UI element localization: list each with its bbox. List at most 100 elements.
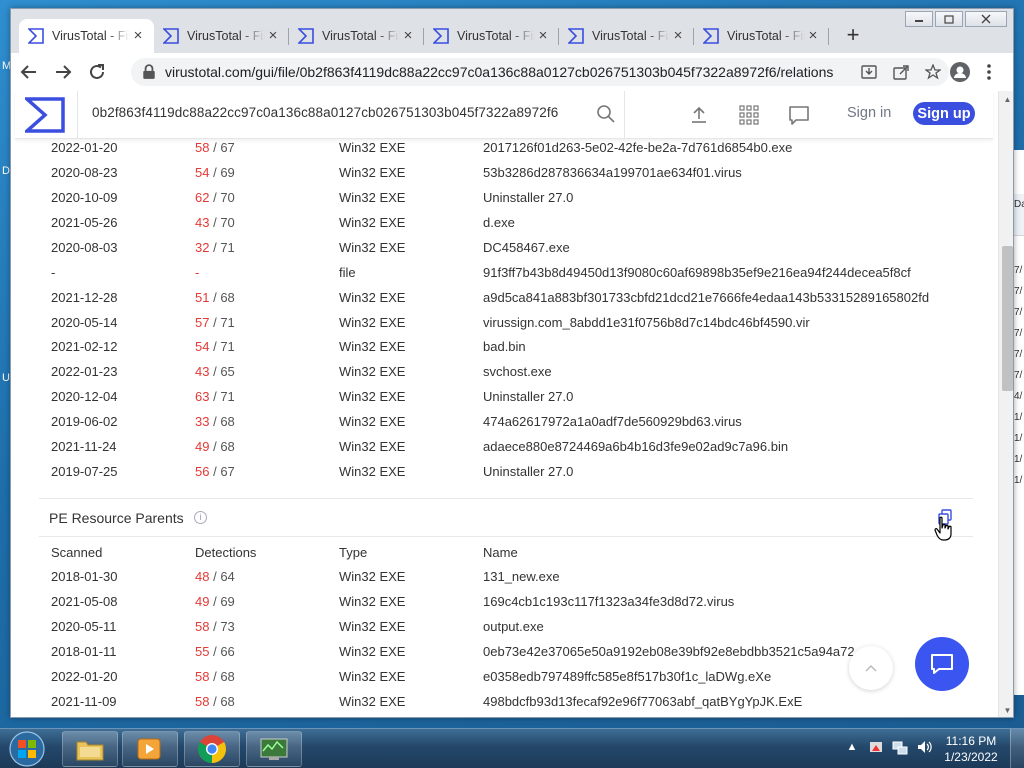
upload-button[interactable]	[687, 103, 711, 127]
reload-button[interactable]	[81, 56, 113, 88]
sign-in-link[interactable]: Sign in	[847, 105, 891, 121]
column-header-scanned[interactable]: Scanned	[51, 545, 102, 560]
file-name-link[interactable]: 0eb73e42e37065e50a9192eb08e39bf92e8ebdbb…	[483, 644, 855, 659]
column-header-type[interactable]: Type	[339, 545, 367, 560]
file-name-link[interactable]: 498bdcfb93d13fecaf92e96f77063abf_qatBYgY…	[483, 694, 802, 709]
file-name-link[interactable]: 2017126f01d263-5e02-42fe-be2a-7d761d6854…	[483, 140, 792, 155]
close-window-button[interactable]	[965, 11, 1007, 27]
scroll-to-top-button[interactable]	[849, 646, 893, 690]
browser-menu-button[interactable]	[977, 58, 1001, 86]
taskbar-media-player[interactable]	[122, 731, 178, 767]
file-name-link[interactable]: 91f3ff7b43b8d49450d13f9080c60af69898b35e…	[483, 265, 911, 280]
file-name-link[interactable]: Uninstaller 27.0	[483, 464, 573, 479]
file-name-link[interactable]: d.exe	[483, 215, 515, 230]
file-name-link[interactable]: output.exe	[483, 619, 544, 634]
table-row[interactable]: 2019-07-25 56 / 67 Win32 EXE Uninstaller 27…	[51, 460, 951, 485]
table-row[interactable]: 2021-05-08 49 / 69 Win32 EXE 169c4cb1c193c1…	[51, 590, 951, 615]
table-row[interactable]: 2020-05-11 58 / 73 Win32 EXE output.exe	[51, 615, 951, 640]
file-name-link[interactable]: Uninstaller 27.0	[483, 190, 573, 205]
maximize-button[interactable]	[935, 11, 963, 27]
clock-date: 1/23/2022	[944, 750, 998, 764]
file-name-link[interactable]: adaece880e8724469a6b4b16d3fe9e02ad9c7a96…	[483, 439, 788, 454]
virustotal-logo-icon[interactable]	[25, 97, 65, 133]
file-name-link[interactable]: 474a62617972a1a0adf7de560929bd63.virus	[483, 414, 742, 429]
scrollbar-thumb[interactable]	[1002, 246, 1013, 391]
table-row[interactable]: 2020-12-04 63 / 71 Win32 EXE Uninstaller 27…	[51, 385, 951, 410]
table-row[interactable]: - - file 91f3ff7b43b8d49450d13f9080c60af698…	[51, 261, 951, 286]
chat-button[interactable]	[915, 637, 969, 691]
detections: 54 / 71	[195, 339, 235, 355]
table-row[interactable]: 2020-05-14 57 / 71 Win32 EXE virussign.com_…	[51, 311, 951, 336]
table-row[interactable]: 2022-01-20 58 / 68 Win32 EXE e0358edb797489…	[51, 665, 951, 690]
table-row[interactable]: 2021-11-24 49 / 68 Win32 EXE adaece880e8724…	[51, 435, 951, 460]
browser-tab[interactable]: VirusTotal - File ×	[694, 19, 829, 53]
taskbar-clock[interactable]: 11:16 PM 1/23/2022	[940, 733, 1002, 765]
search-icon[interactable]	[596, 104, 616, 124]
browser-tab[interactable]: VirusTotal - File ×	[154, 19, 289, 53]
column-header-name[interactable]: Name	[483, 545, 518, 560]
table-row[interactable]: 2018-01-30 48 / 64 Win32 EXE 131_new.exe	[51, 565, 951, 590]
new-tab-button[interactable]: +	[839, 22, 867, 50]
show-hidden-icons-icon[interactable]: ▲	[844, 739, 860, 755]
scroll-down-arrow-icon[interactable]: ▼	[999, 702, 1013, 717]
browser-tab[interactable]: VirusTotal - File ×	[424, 19, 559, 53]
browser-tab[interactable]: VirusTotal - File ×	[289, 19, 424, 53]
file-name-link[interactable]: 169c4cb1c193c117f1323a34fe3d8d72.virus	[483, 594, 734, 609]
table-row[interactable]: 2021-05-26 43 / 70 Win32 EXE d.exe	[51, 211, 951, 236]
taskbar-explorer[interactable]	[62, 731, 118, 767]
file-name-link[interactable]: virussign.com_8abdd1e31f0756b8d7c14bdc46…	[483, 315, 810, 330]
table-row[interactable]: 2022-01-20 58 / 67 Win32 EXE 2017126f01d…	[51, 136, 951, 161]
volume-icon[interactable]	[916, 739, 932, 755]
file-name-link[interactable]: 131_new.exe	[483, 569, 560, 584]
show-desktop-button[interactable]	[1010, 729, 1024, 768]
reload-icon	[90, 64, 104, 79]
start-button[interactable]	[4, 730, 50, 768]
file-name-link[interactable]: DC458467.exe	[483, 240, 570, 255]
column-header-detections[interactable]: Detections	[195, 545, 256, 560]
bookmark-star-icon[interactable]	[923, 62, 943, 82]
file-name-link[interactable]: 53b3286d287836634a199701ae634f01.virus	[483, 165, 742, 180]
search-input[interactable]	[92, 105, 592, 120]
address-bar[interactable]: virustotal.com/gui/file/0b2f863f4119dc88…	[131, 58, 949, 86]
file-name-link[interactable]: a9d5ca841a883bf301733cbfd21dcd21e7666fe4…	[483, 290, 929, 305]
action-center-icon[interactable]	[868, 739, 884, 755]
close-tab-icon[interactable]: ×	[535, 28, 551, 44]
share-icon[interactable]	[891, 62, 911, 82]
close-tab-icon[interactable]: ×	[130, 28, 146, 44]
table-row[interactable]: 2021-02-12 54 / 71 Win32 EXE bad.bin	[51, 335, 951, 360]
file-name-link[interactable]: e0358edb797489ffc585e8f517b30f1c_laDWg.e…	[483, 669, 771, 684]
forward-button[interactable]	[47, 56, 79, 88]
sign-up-button[interactable]: Sign up	[913, 102, 975, 125]
table-row[interactable]: 2020-08-23 54 / 69 Win32 EXE 53b3286d287836…	[51, 161, 951, 186]
table-row[interactable]: 2022-01-23 43 / 65 Win32 EXE svchost.exe	[51, 360, 951, 385]
taskbar-chrome[interactable]	[184, 731, 240, 767]
table-row[interactable]: 2021-11-09 58 / 68 Win32 EXE 498bdcfb93d13f…	[51, 690, 951, 715]
back-button[interactable]	[13, 56, 45, 88]
browser-tab[interactable]: VirusTotal - File ×	[19, 19, 154, 53]
profile-button[interactable]	[946, 58, 974, 86]
file-name-link[interactable]: Uninstaller 27.0	[483, 389, 573, 404]
table-row[interactable]: 2020-10-09 62 / 70 Win32 EXE Uninstaller 27…	[51, 186, 951, 211]
community-button[interactable]	[787, 103, 811, 127]
browser-tab[interactable]: VirusTotal - File ×	[559, 19, 694, 53]
table-row[interactable]: 2018-01-11 55 / 66 Win32 EXE 0eb73e42e37065…	[51, 640, 951, 665]
detection-count: 49	[195, 439, 210, 455]
network-icon[interactable]	[892, 739, 908, 755]
minimize-button[interactable]	[905, 11, 933, 27]
table-row[interactable]: 2021-12-28 51 / 68 Win32 EXE a9d5ca841a883b…	[51, 286, 951, 311]
table-row[interactable]: 2020-08-03 32 / 71 Win32 EXE DC458467.exe	[51, 236, 951, 261]
close-tab-icon[interactable]: ×	[670, 28, 686, 44]
close-tab-icon[interactable]: ×	[400, 28, 416, 44]
info-icon[interactable]: i	[194, 511, 207, 524]
file-name-link[interactable]: svchost.exe	[483, 364, 552, 379]
detections: 43 / 70	[195, 214, 235, 230]
file-name-link[interactable]: bad.bin	[483, 339, 526, 354]
apps-button[interactable]	[737, 103, 761, 127]
taskbar-system-monitor[interactable]	[246, 731, 302, 767]
close-tab-icon[interactable]: ×	[265, 28, 281, 44]
vertical-scrollbar[interactable]: ▲ ▼	[998, 91, 1013, 717]
install-app-icon[interactable]	[859, 62, 879, 82]
close-tab-icon[interactable]: ×	[805, 28, 821, 44]
scroll-up-arrow-icon[interactable]: ▲	[999, 91, 1013, 108]
table-row[interactable]: 2019-06-02 33 / 68 Win32 EXE 474a62617972a1…	[51, 410, 951, 435]
